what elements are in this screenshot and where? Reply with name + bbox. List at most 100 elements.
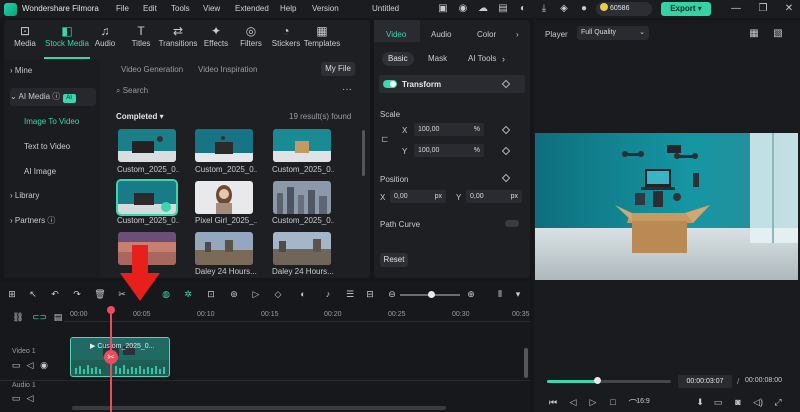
tab-video-generation[interactable]: Video Generation: [121, 65, 183, 74]
subtab-ai-tools[interactable]: AI Tools: [462, 52, 502, 66]
speed-icon[interactable]: ◐: [297, 289, 309, 299]
sidebar-item-partners[interactable]: › Partners ⓘ: [10, 212, 96, 230]
reset-button[interactable]: Reset: [380, 253, 408, 267]
sidebar-item-ai-media[interactable]: ⌄ AI Media ⓘ AI: [10, 88, 96, 106]
aspect-ratio-selector[interactable]: 16:9: [632, 398, 654, 405]
eye-icon[interactable]: ◉: [38, 360, 50, 371]
minimize-icon[interactable]: —: [730, 3, 742, 15]
unlink-icon[interactable]: ⛓: [12, 312, 24, 323]
media-thumbnail-selected[interactable]: [116, 179, 178, 216]
scale-x-field[interactable]: 100,00%: [414, 123, 484, 136]
close-icon[interactable]: ✕: [783, 3, 795, 15]
snapshot-view-icon[interactable]: ▧: [772, 28, 784, 40]
menu-tools[interactable]: Tools: [171, 4, 190, 13]
media-thumbnail[interactable]: [273, 232, 331, 265]
chevron-right-icon[interactable]: ›: [502, 54, 505, 64]
previous-frame-icon[interactable]: ⏮: [547, 397, 559, 408]
maximize-icon[interactable]: ❐: [757, 3, 769, 15]
position-x-field[interactable]: 0,00 px: [390, 190, 446, 203]
sidebar-item-text-to-video[interactable]: Text to Video: [24, 142, 70, 151]
delete-icon[interactable]: 🗑: [94, 289, 106, 300]
menu-file[interactable]: File: [116, 4, 129, 13]
position-y-field[interactable]: 0,00 px: [466, 190, 522, 203]
monitor-icon[interactable]: ▭: [712, 397, 724, 408]
stop-icon[interactable]: □: [607, 397, 619, 407]
crop-icon[interactable]: ⊡: [205, 289, 217, 300]
timeline-vertical-scrollbar[interactable]: [524, 348, 528, 378]
link-icon[interactable]: ⊏: [381, 134, 389, 145]
tab-transitions[interactable]: ⇄ Transitions: [157, 24, 199, 48]
zoom-out-icon[interactable]: ⊖: [386, 289, 398, 300]
headset-icon[interactable]: ◐: [517, 3, 529, 15]
media-thumbnail[interactable]: [273, 129, 331, 162]
layout-icon[interactable]: ⊞: [6, 289, 18, 300]
select-tool-icon[interactable]: ↖: [27, 289, 39, 300]
subtab-basic[interactable]: Basic: [382, 52, 414, 66]
notification-icon[interactable]: ◈: [558, 3, 570, 15]
more-icon[interactable]: ···: [342, 84, 352, 95]
sidebar-item-ai-image[interactable]: AI Image: [24, 167, 56, 176]
sidebar-item-image-to-video[interactable]: Image To Video: [24, 117, 79, 126]
tab-color[interactable]: Color: [477, 30, 496, 39]
media-thumbnail[interactable]: [195, 181, 253, 214]
microphone-icon[interactable]: ♪: [322, 289, 334, 299]
completed-filter[interactable]: Completed ▾: [116, 112, 164, 121]
export-button[interactable]: Export ▾: [661, 2, 711, 16]
grid-view-icon[interactable]: ▦: [748, 28, 760, 40]
media-thumbnail[interactable]: [118, 129, 176, 162]
tab-audio-props[interactable]: Audio: [431, 30, 451, 39]
menu-view[interactable]: View: [203, 4, 220, 13]
template-icon[interactable]: ▤: [497, 3, 509, 15]
quality-dropdown[interactable]: Full Quality ⌄: [577, 26, 649, 40]
redo-icon[interactable]: ↷: [71, 289, 83, 300]
tab-templates[interactable]: ▦ Templates: [301, 24, 343, 48]
playhead-handle[interactable]: [107, 306, 115, 314]
record-icon[interactable]: ⊚: [228, 289, 240, 300]
menu-edit[interactable]: Edit: [143, 4, 157, 13]
snap-icon[interactable]: ✲: [182, 289, 194, 300]
link-icon[interactable]: ⊂⊃: [32, 312, 47, 323]
track-volume-icon[interactable]: ◁: [24, 360, 36, 371]
menu-extended[interactable]: Extended: [235, 4, 269, 13]
play-range-icon[interactable]: ▷: [250, 289, 262, 300]
media-thumbnail[interactable]: [195, 129, 253, 162]
path-curve-toggle[interactable]: [505, 220, 519, 227]
step-back-icon[interactable]: ◁: [567, 397, 579, 408]
media-thumbnail[interactable]: [273, 181, 331, 214]
progress-handle[interactable]: [594, 377, 601, 384]
ai-tool-icon[interactable]: ◍: [160, 289, 172, 300]
shield-icon[interactable]: ◇: [272, 289, 284, 300]
folder-icon[interactable]: ▭: [10, 360, 22, 371]
folder-icon[interactable]: ▭: [10, 393, 22, 404]
credits-badge[interactable]: 60586: [596, 2, 652, 16]
subtab-mask[interactable]: Mask: [422, 52, 453, 66]
transform-toggle[interactable]: [383, 80, 397, 88]
more-options-icon[interactable]: ▾: [512, 289, 524, 300]
download-icon[interactable]: ⤓: [538, 3, 550, 15]
tab-video-inspiration[interactable]: Video Inspiration: [198, 65, 257, 74]
gift-icon[interactable]: ▣: [437, 3, 449, 15]
zoom-in-icon[interactable]: ⊕: [465, 289, 477, 300]
media-thumbnail[interactable]: [195, 232, 253, 265]
sidebar-item-library[interactable]: › Library: [10, 187, 96, 205]
chevron-right-icon[interactable]: ›: [516, 30, 519, 39]
volume-icon[interactable]: ◁): [752, 397, 764, 408]
columns-icon[interactable]: ⫴: [494, 289, 506, 300]
undo-icon[interactable]: ↶: [49, 289, 61, 300]
camera-icon[interactable]: ◙: [732, 397, 744, 407]
search-input[interactable]: ⌕ Search: [116, 86, 148, 96]
list-icon[interactable]: ☰: [344, 289, 356, 300]
tab-media[interactable]: ⊡ Media: [4, 24, 46, 48]
sidebar-item-mine[interactable]: › Mine: [10, 62, 96, 80]
lightbulb-icon[interactable]: ◉: [457, 3, 469, 15]
marker-icon[interactable]: ⬇: [694, 397, 706, 408]
track-settings-icon[interactable]: ▤: [52, 312, 64, 323]
menu-help[interactable]: Help: [280, 4, 296, 13]
split-icon[interactable]: ✂: [104, 350, 118, 364]
current-time[interactable]: 00:00:03:07: [678, 375, 732, 388]
media-scrollbar[interactable]: [362, 130, 365, 176]
timeline-horizontal-scrollbar[interactable]: [72, 406, 446, 410]
tab-titles[interactable]: T Titles: [120, 24, 162, 48]
my-file-button[interactable]: My File: [321, 62, 355, 76]
video-preview[interactable]: [535, 133, 798, 280]
